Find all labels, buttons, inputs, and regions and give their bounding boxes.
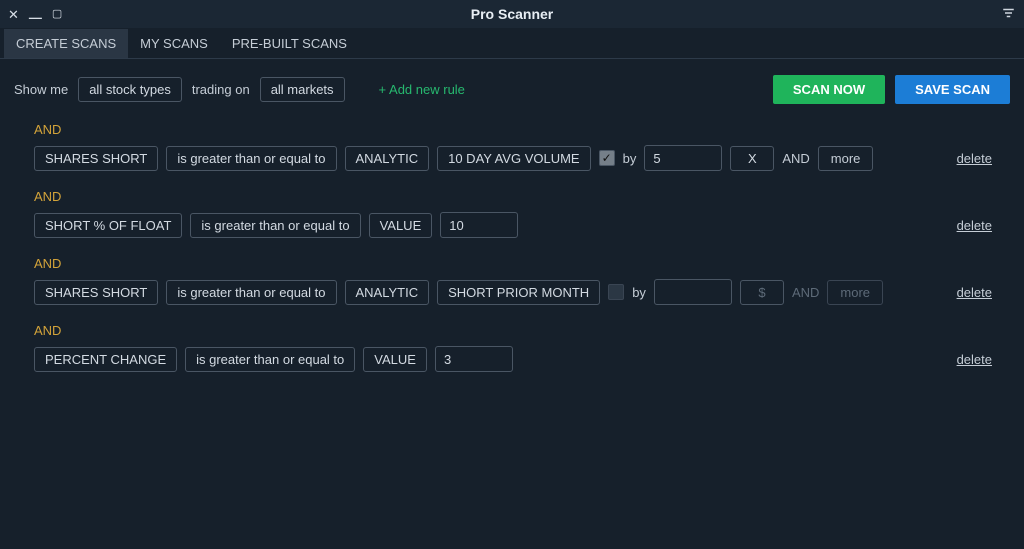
metric-selector[interactable]: SHARES SHORT [34,280,158,305]
tab-prebuilt-scans[interactable]: PRE-BUILT SCANS [220,29,359,58]
operator-selector[interactable]: is greater than or equal to [190,213,360,238]
market-selector[interactable]: all markets [260,77,345,102]
more-button[interactable]: more [827,280,883,305]
tab-bar: CREATE SCANS MY SCANS PRE-BUILT SCANS [0,28,1024,58]
operator-selector[interactable]: is greater than or equal to [166,146,336,171]
more-button[interactable]: more [818,146,874,171]
title-bar: ✕ — ▢ Pro Scanner [0,0,1024,28]
operator-selector[interactable]: is greater than or equal to [166,280,336,305]
by-checkbox[interactable]: ✓ [599,150,615,166]
value-input[interactable] [435,346,513,372]
value-input[interactable] [440,212,518,238]
delete-rule-link[interactable]: delete [957,151,992,166]
inline-and: AND [782,151,809,166]
save-scan-button[interactable]: SAVE SCAN [895,75,1010,104]
unit-selector[interactable]: $ [740,280,784,305]
metric-selector[interactable]: PERCENT CHANGE [34,347,177,372]
operator-selector[interactable]: is greater than or equal to [185,347,355,372]
filter-bar: Show me all stock types trading on all m… [0,59,1024,114]
trading-on-label: trading on [192,82,250,97]
add-rule-link[interactable]: + Add new rule [379,82,465,97]
and-connector: AND [0,305,1024,346]
tab-my-scans[interactable]: MY SCANS [128,29,220,58]
factor-input[interactable] [644,145,722,171]
mode-selector[interactable]: ANALYTIC [345,146,430,171]
metric-selector[interactable]: SHARES SHORT [34,146,158,171]
delete-rule-link[interactable]: delete [957,285,992,300]
mode-selector[interactable]: ANALYTIC [345,280,430,305]
delete-rule-link[interactable]: delete [957,352,992,367]
window-title: Pro Scanner [0,6,1024,22]
maximize-icon[interactable]: ▢ [52,9,62,20]
tab-create-scans[interactable]: CREATE SCANS [4,29,128,58]
scan-now-button[interactable]: SCAN NOW [773,75,885,104]
minimize-icon[interactable]: — [29,11,42,24]
show-me-label: Show me [14,82,68,97]
unit-selector[interactable]: X [730,146,774,171]
inline-and: AND [792,285,819,300]
target-selector[interactable]: 10 DAY AVG VOLUME [437,146,591,171]
factor-input[interactable] [654,279,732,305]
and-connector: AND [0,171,1024,212]
target-selector[interactable]: SHORT PRIOR MONTH [437,280,600,305]
settings-icon[interactable] [1001,8,1016,23]
by-label: by [623,151,637,166]
stock-type-selector[interactable]: all stock types [78,77,182,102]
and-connector: AND [0,114,1024,145]
and-connector: AND [0,238,1024,279]
mode-selector[interactable]: VALUE [369,213,433,238]
by-checkbox[interactable]: ✓ [608,284,624,300]
delete-rule-link[interactable]: delete [957,218,992,233]
mode-selector[interactable]: VALUE [363,347,427,372]
close-icon[interactable]: ✕ [8,8,19,21]
metric-selector[interactable]: SHORT % OF FLOAT [34,213,182,238]
by-label: by [632,285,646,300]
